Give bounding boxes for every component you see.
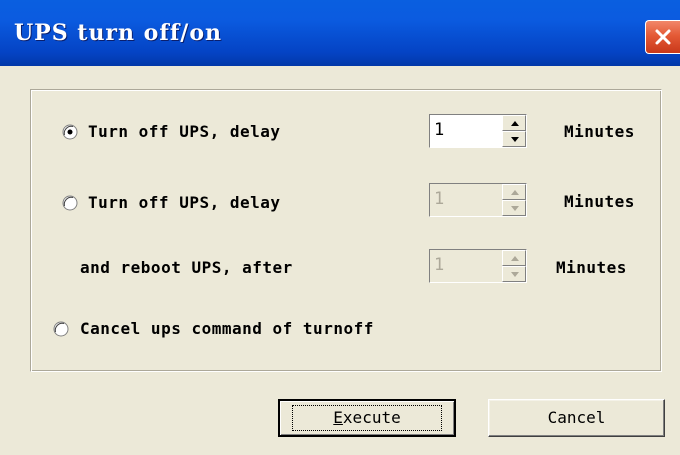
spinner-up-button[interactable] [502, 115, 526, 131]
spinner-up-button[interactable] [502, 184, 526, 200]
arrow-down-icon [511, 206, 519, 211]
turn-off-delay-spinner[interactable]: 1 [429, 114, 527, 148]
option-turn-off-label: Turn off UPS, delay [88, 122, 281, 141]
reboot-after-label: and reboot UPS, after [80, 258, 293, 277]
unit-label: Minutes [564, 122, 635, 141]
reboot-after-spinner[interactable]: 1 [429, 249, 527, 283]
option-turn-off-reboot-label: Turn off UPS, delay [88, 193, 281, 212]
dialog-window: UPS turn off/on Turn off UPS, delay 1 Mi… [0, 0, 680, 455]
window-title: UPS turn off/on [14, 20, 222, 46]
spinner-down-button[interactable] [502, 266, 526, 282]
radio-dot [67, 129, 73, 135]
execute-label: xecute [342, 408, 401, 427]
spinner-value: 1 [434, 255, 445, 275]
focus-rect: Execute [292, 405, 442, 431]
spinner-value[interactable]: 1 [434, 120, 444, 140]
access-key: E [333, 408, 343, 427]
option-cancel-label: Cancel ups command of turnoff [80, 319, 374, 338]
cancel-button[interactable]: Cancel [488, 399, 665, 437]
arrow-down-icon [511, 272, 519, 277]
unit-label: Minutes [564, 192, 635, 211]
reboot-delay-spinner[interactable]: 1 [429, 183, 527, 217]
spinner-down-button[interactable] [502, 200, 526, 216]
arrow-up-icon [511, 121, 519, 126]
arrow-down-icon [511, 137, 519, 142]
cancel-label: Cancel [547, 408, 606, 427]
spinner-up-button[interactable] [502, 250, 526, 266]
radio-turn-off-reboot[interactable] [62, 195, 78, 211]
unit-label: Minutes [556, 258, 627, 277]
arrow-up-icon [511, 190, 519, 195]
close-icon [655, 29, 671, 45]
radio-turn-off-delay[interactable] [62, 124, 78, 140]
title-bar[interactable]: UPS turn off/on [0, 0, 680, 66]
execute-button[interactable]: Execute [278, 399, 456, 437]
spinner-value: 1 [434, 189, 445, 209]
close-button[interactable] [645, 20, 680, 54]
arrow-up-icon [511, 256, 519, 261]
spinner-down-button[interactable] [502, 131, 526, 147]
radio-cancel-turnoff[interactable] [53, 321, 69, 337]
